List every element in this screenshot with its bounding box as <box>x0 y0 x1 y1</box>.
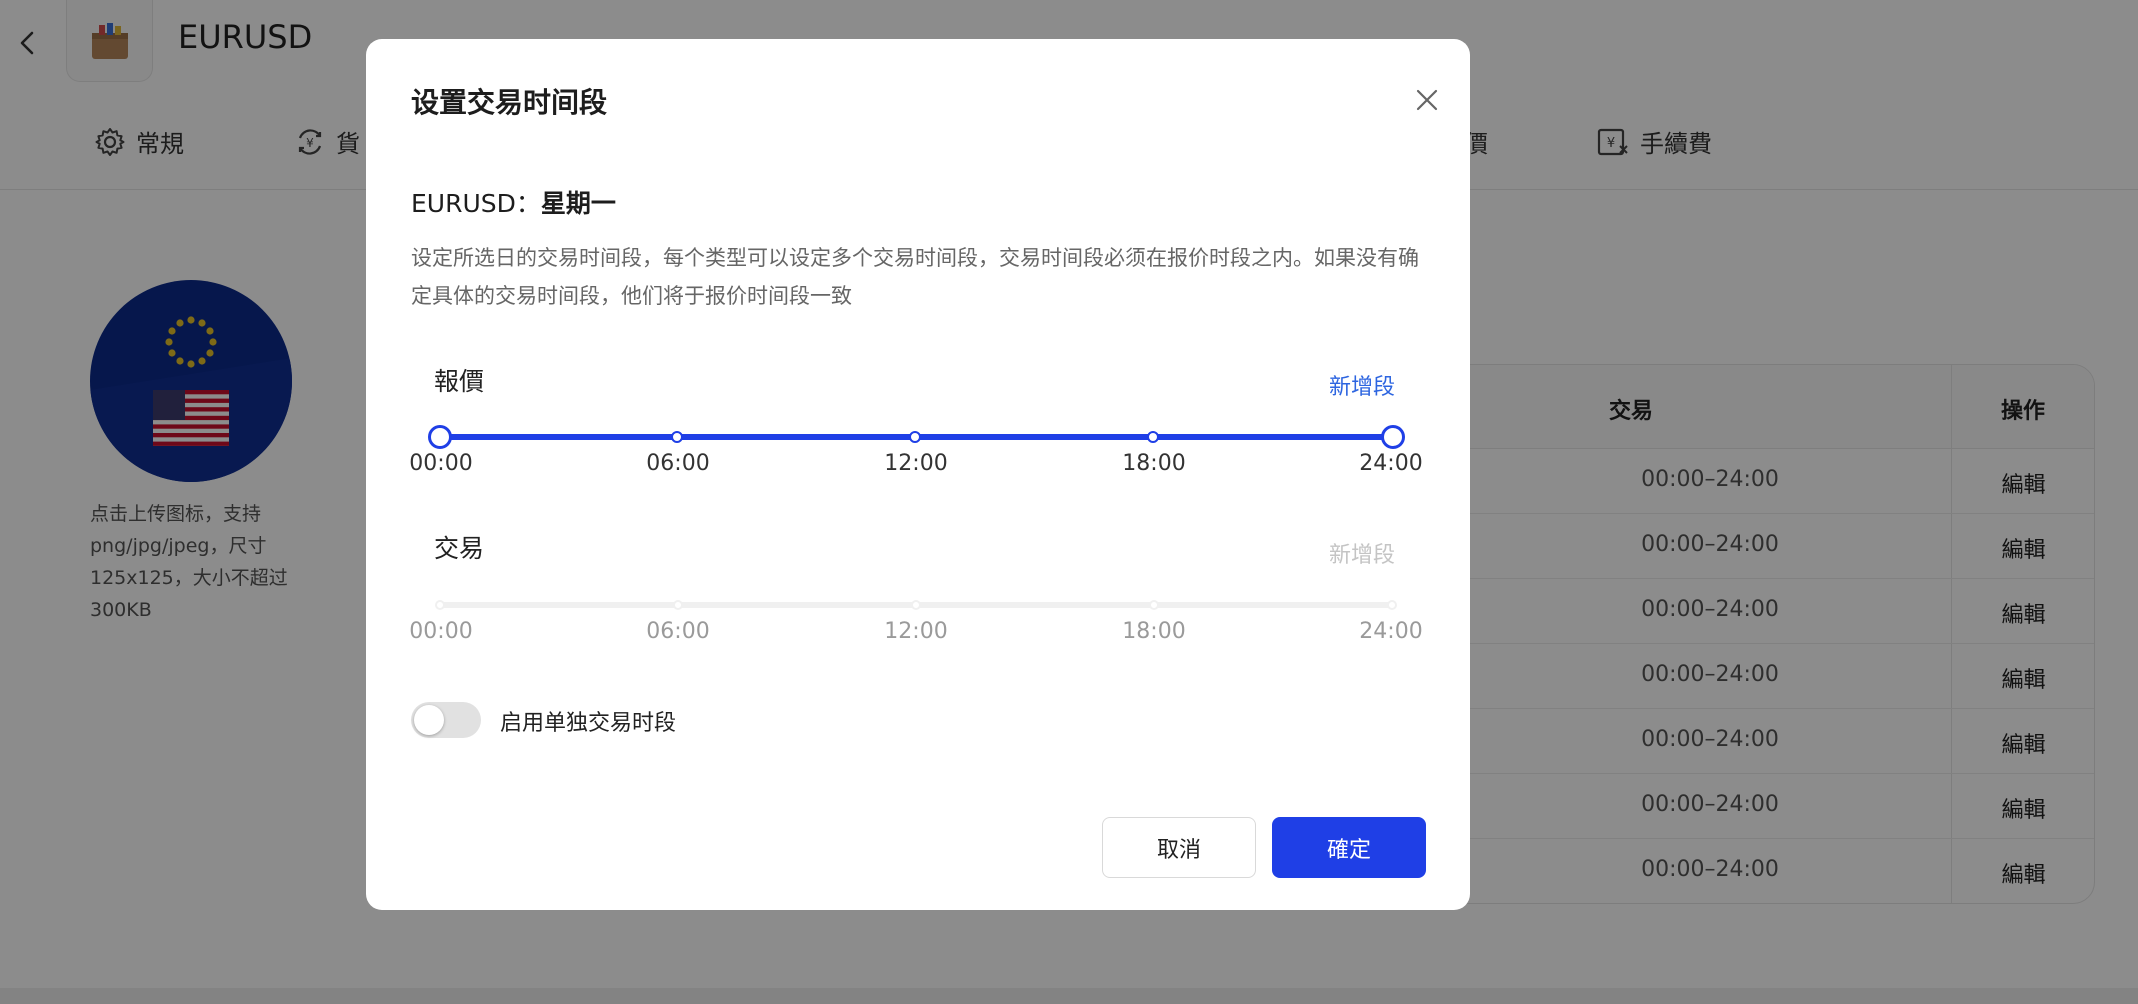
quote-tick-label: 12:00 <box>884 451 948 476</box>
trade-tick-label: 24:00 <box>1359 619 1423 644</box>
trading-hours-dialog: 设置交易时间段 EURUSD： 星期一 设定所选日的交易时间段，每个类型可以设定… <box>366 39 1470 910</box>
trade-tick-2400 <box>1387 600 1397 610</box>
quote-tick-1200 <box>909 431 921 443</box>
trade-tick-label: 18:00 <box>1122 619 1186 644</box>
add-trade-segment-button[interactable]: 新增段 <box>1329 537 1395 569</box>
symbol-day-heading: EURUSD： 星期一 <box>411 184 616 220</box>
toggle-knob <box>414 705 444 735</box>
trade-tick-0000 <box>435 600 445 610</box>
quote-tick-1800 <box>1147 431 1159 443</box>
quote-tick-label: 18:00 <box>1122 451 1186 476</box>
trade-tick-1200 <box>911 600 921 610</box>
cancel-button[interactable]: 取消 <box>1102 817 1256 878</box>
quote-tick-label: 00:00 <box>409 451 473 476</box>
symbol-name: EURUSD： <box>411 189 541 218</box>
confirm-button[interactable]: 確定 <box>1272 817 1426 878</box>
trade-tick-label: 00:00 <box>409 619 473 644</box>
trade-section-label: 交易 <box>434 534 485 563</box>
quote-range-start-handle[interactable] <box>428 425 452 449</box>
separate-trading-hours-toggle[interactable] <box>411 702 481 738</box>
quote-tick-label: 24:00 <box>1359 451 1423 476</box>
close-icon <box>1416 89 1438 111</box>
quote-tick-0600 <box>671 431 683 443</box>
trade-tick-1800 <box>1149 600 1159 610</box>
quote-range-end-handle[interactable] <box>1381 425 1405 449</box>
trade-tick-0600 <box>673 600 683 610</box>
trade-tick-label: 12:00 <box>884 619 948 644</box>
day-name: 星期一 <box>540 189 616 218</box>
dialog-description: 设定所选日的交易时间段，每个类型可以设定多个交易时间段，交易时间段必须在报价时段… <box>411 246 1419 308</box>
trade-tick-label: 06:00 <box>646 619 710 644</box>
toggle-label: 启用单独交易时段 <box>500 711 677 736</box>
close-button[interactable] <box>1410 83 1444 117</box>
quote-section-label: 報價 <box>434 367 485 396</box>
dialog-title: 设置交易时间段 <box>411 86 608 119</box>
quote-tick-label: 06:00 <box>646 451 710 476</box>
add-quote-segment-button[interactable]: 新增段 <box>1329 369 1395 401</box>
